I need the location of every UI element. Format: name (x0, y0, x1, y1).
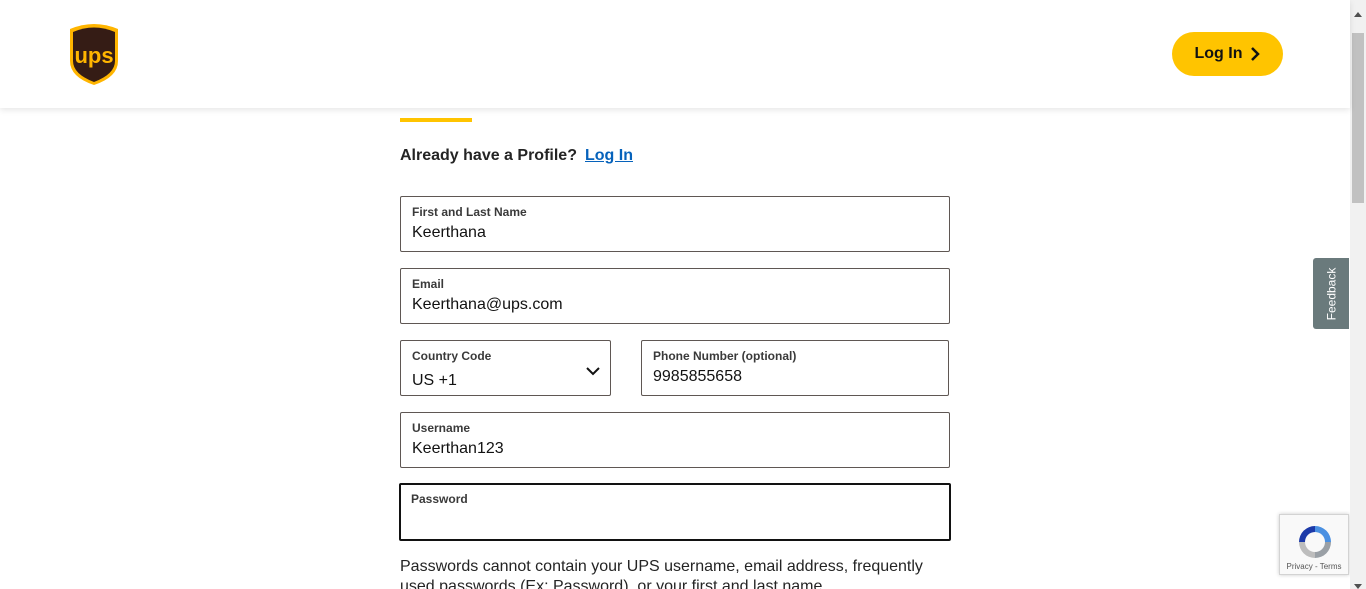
email-input[interactable] (412, 296, 938, 314)
password-field[interactable]: Password (399, 483, 951, 541)
page-scrollbar[interactable] (1350, 0, 1366, 589)
scrollbar-thumb[interactable] (1352, 33, 1364, 203)
username-label: Username (412, 421, 471, 435)
password-label: Password (411, 492, 468, 506)
header-login-label: Log In (1194, 45, 1243, 62)
username-input[interactable] (412, 440, 938, 458)
site-header: ups Log In (0, 0, 1350, 108)
chevron-down-icon (586, 363, 600, 381)
ups-logo-icon[interactable]: ups (66, 21, 122, 87)
already-profile-text: Already have a Profile? (400, 147, 577, 164)
feedback-tab[interactable]: Feedback (1313, 258, 1349, 329)
login-link[interactable]: Log In (585, 147, 633, 165)
email-field[interactable]: Email (400, 268, 950, 324)
name-field[interactable]: First and Last Name (400, 196, 950, 252)
username-field[interactable]: Username (400, 412, 950, 468)
scroll-down-icon[interactable] (1354, 577, 1362, 589)
phone-input[interactable] (653, 368, 937, 386)
feedback-label: Feedback (1324, 267, 1339, 320)
email-label: Email (412, 277, 445, 291)
scroll-up-icon[interactable] (1354, 4, 1362, 22)
recaptcha-icon (1295, 523, 1335, 566)
signup-page: ups Log In Already have a Profile? Log I… (0, 0, 1366, 589)
country-code-value: US +1 (412, 372, 457, 389)
recaptcha-badge[interactable]: Privacy - Terms (1279, 514, 1349, 575)
password-requirements-text: Passwords cannot contain your UPS userna… (400, 558, 923, 589)
logo-text: ups (74, 43, 113, 68)
chevron-right-icon (1250, 47, 1261, 61)
name-input[interactable] (412, 224, 938, 242)
phone-field[interactable]: Phone Number (optional) (641, 340, 949, 396)
recaptcha-links[interactable]: Privacy - Terms (1280, 562, 1348, 571)
password-input[interactable] (412, 512, 938, 530)
header-login-button[interactable]: Log In (1172, 32, 1283, 76)
name-label: First and Last Name (412, 205, 527, 219)
active-tab-indicator (400, 118, 472, 122)
country-code-label: Country Code (412, 349, 492, 363)
country-code-select[interactable]: Country Code US +1 (400, 340, 611, 396)
phone-label: Phone Number (optional) (653, 349, 797, 363)
